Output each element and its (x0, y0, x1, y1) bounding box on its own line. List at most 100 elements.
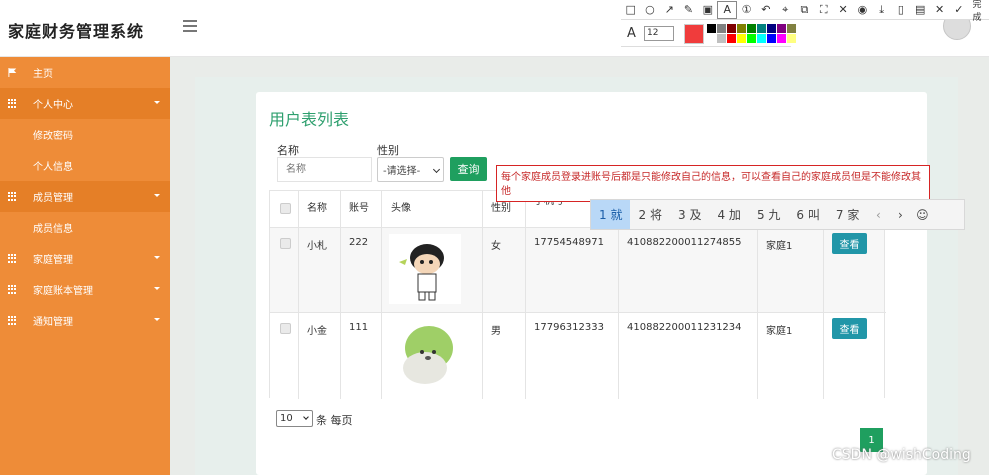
ime-candidate[interactable]: 2 将 (630, 200, 669, 229)
row-checkbox[interactable] (280, 323, 291, 334)
caret-down-icon (154, 318, 160, 321)
cell-phone: 17796312333 (534, 322, 604, 333)
ime-candidate[interactable]: 6 叫 (788, 200, 827, 229)
grid-icon (8, 99, 17, 108)
cell-family: 家庭1 (766, 241, 793, 252)
ime-candidate[interactable]: 5 九 (749, 200, 788, 229)
candidate-char: 九 (768, 208, 781, 222)
sidebar-item-change-password[interactable]: 修改密码 (0, 119, 170, 150)
color-swatch[interactable] (777, 34, 786, 43)
chevron-left-icon[interactable]: ‹ (867, 208, 889, 222)
mosaic-icon[interactable]: ▣ (698, 1, 717, 19)
color-swatch[interactable] (767, 34, 776, 43)
cell-name: 小札 (307, 241, 327, 252)
annotation-text: 每个家庭成员登录进账号后都是只能修改自己的信息，可以查看自己的家庭成员但是不能修… (501, 172, 921, 197)
ime-candidate[interactable]: 3 及 (670, 200, 709, 229)
sidebar-item-family-ledger[interactable]: 家庭账本管理 (0, 274, 170, 305)
sidebar-item-members[interactable]: 成员管理 (0, 181, 170, 212)
ime-candidate[interactable]: 7 家 (828, 200, 867, 229)
download-icon[interactable]: ⤓ (872, 1, 891, 19)
current-color-swatch[interactable] (684, 24, 704, 44)
candidate-number: 7 (835, 207, 844, 222)
color-swatch[interactable] (757, 24, 766, 33)
color-swatch[interactable] (737, 34, 746, 43)
cell-name: 小金 (307, 326, 327, 337)
color-swatch[interactable] (717, 24, 726, 33)
color-swatch[interactable] (747, 24, 756, 33)
ime-candidate[interactable]: 4 加 (709, 200, 748, 229)
caret-down-icon (154, 194, 160, 197)
table-row: 小札 222 女 17754548971 410882200011274855 … (270, 228, 884, 312)
sidebar-item-member-info[interactable]: 成员信息 (0, 212, 170, 243)
query-button[interactable]: 查询 (450, 157, 487, 181)
view-button[interactable]: 查看 (832, 233, 867, 254)
color-swatch[interactable] (787, 24, 796, 33)
candidate-char: 将 (649, 208, 662, 222)
view-button[interactable]: 查看 (832, 318, 867, 339)
ime-candidate[interactable]: 1 就 (591, 200, 631, 229)
eraser-icon[interactable]: ✕ (833, 1, 852, 19)
color-swatch[interactable] (777, 24, 786, 33)
sidebar-item-personal[interactable]: 个人中心 (0, 88, 170, 119)
hamburger-menu-icon[interactable] (183, 20, 197, 32)
record-icon[interactable]: ◉ (853, 1, 872, 19)
sidebar-item-label: 修改密码 (33, 131, 73, 142)
name-search-input[interactable] (277, 157, 372, 182)
pen-icon[interactable]: ✎ (679, 1, 698, 19)
grid-icon (8, 316, 17, 325)
pin-icon[interactable]: ⌖ (776, 1, 795, 19)
color-swatch[interactable] (727, 34, 736, 43)
check-icon[interactable]: ✓ (949, 1, 968, 19)
circle-icon[interactable]: ○ (640, 1, 659, 19)
page-title: 用户表列表 (269, 110, 350, 129)
avatar-image (389, 234, 461, 304)
sidebar-item-label: 家庭管理 (33, 255, 73, 266)
color-swatch[interactable] (707, 24, 716, 33)
app-title: 家庭财务管理系统 (8, 22, 145, 41)
sidebar-item-home[interactable]: 主页 (0, 57, 170, 88)
copy-icon[interactable]: ⧉ (795, 1, 814, 19)
color-swatch[interactable] (717, 34, 726, 43)
color-swatch[interactable] (767, 24, 776, 33)
done-button[interactable]: 完成 (973, 0, 989, 23)
gender-select[interactable]: -请选择- (377, 157, 444, 182)
chevron-right-icon[interactable]: › (889, 208, 911, 222)
number-icon[interactable]: ① (737, 1, 756, 19)
save-icon[interactable]: ▤ (911, 1, 930, 19)
color-swatch[interactable] (787, 34, 796, 43)
color-swatch[interactable] (737, 24, 746, 33)
candidate-char: 就 (610, 208, 623, 222)
chevron-down-icon (432, 165, 441, 174)
arrow-icon[interactable]: ↗ (660, 1, 679, 19)
color-swatch[interactable] (757, 34, 766, 43)
divider (340, 191, 341, 399)
row-checkbox[interactable] (280, 238, 291, 249)
select-all-checkbox[interactable] (280, 203, 291, 214)
sidebar-item-personal-info[interactable]: 个人信息 (0, 150, 170, 181)
table-row: 小金 111 男 17796312333 410882200011231234 … (270, 313, 884, 398)
color-swatch[interactable] (707, 34, 716, 43)
watermark: CSDN @wishCoding (832, 447, 971, 463)
color-swatch[interactable] (727, 24, 736, 33)
color-swatch[interactable] (747, 34, 756, 43)
sidebar-item-notices[interactable]: 通知管理 (0, 305, 170, 336)
flag-icon (8, 68, 17, 77)
text-icon[interactable]: A (717, 0, 737, 19)
scan-icon[interactable]: ⛶ (814, 1, 833, 19)
color-palette[interactable] (707, 24, 796, 43)
close-icon[interactable]: ✕ (930, 1, 949, 19)
page-size-value: 10 (280, 413, 293, 424)
annotation-textbox[interactable]: 每个家庭成员登录进账号后都是只能修改自己的信息，可以查看自己的家庭成员但是不能修… (496, 165, 930, 202)
grid-icon (8, 254, 17, 263)
sidebar-item-family[interactable]: 家庭管理 (0, 243, 170, 274)
screenshot-toolbar: □ ○ ↗ ✎ ▣ A ① ↶ ⌖ ⧉ ⛶ ✕ ◉ ⤓ ▯ ▤ ✕ ✓ 完成 (621, 0, 989, 23)
undo-icon[interactable]: ↶ (756, 1, 775, 19)
sidebar-item-label: 通知管理 (33, 317, 73, 328)
cell-family: 家庭1 (766, 326, 793, 337)
phone-icon[interactable]: ▯ (891, 1, 910, 19)
font-size-select[interactable]: 12 (644, 26, 674, 41)
emoji-icon[interactable]: ☺ (911, 208, 933, 222)
sidebar-item-label: 家庭账本管理 (33, 286, 93, 297)
page-size-select[interactable]: 10 (276, 410, 313, 427)
rect-icon[interactable]: □ (621, 1, 640, 19)
